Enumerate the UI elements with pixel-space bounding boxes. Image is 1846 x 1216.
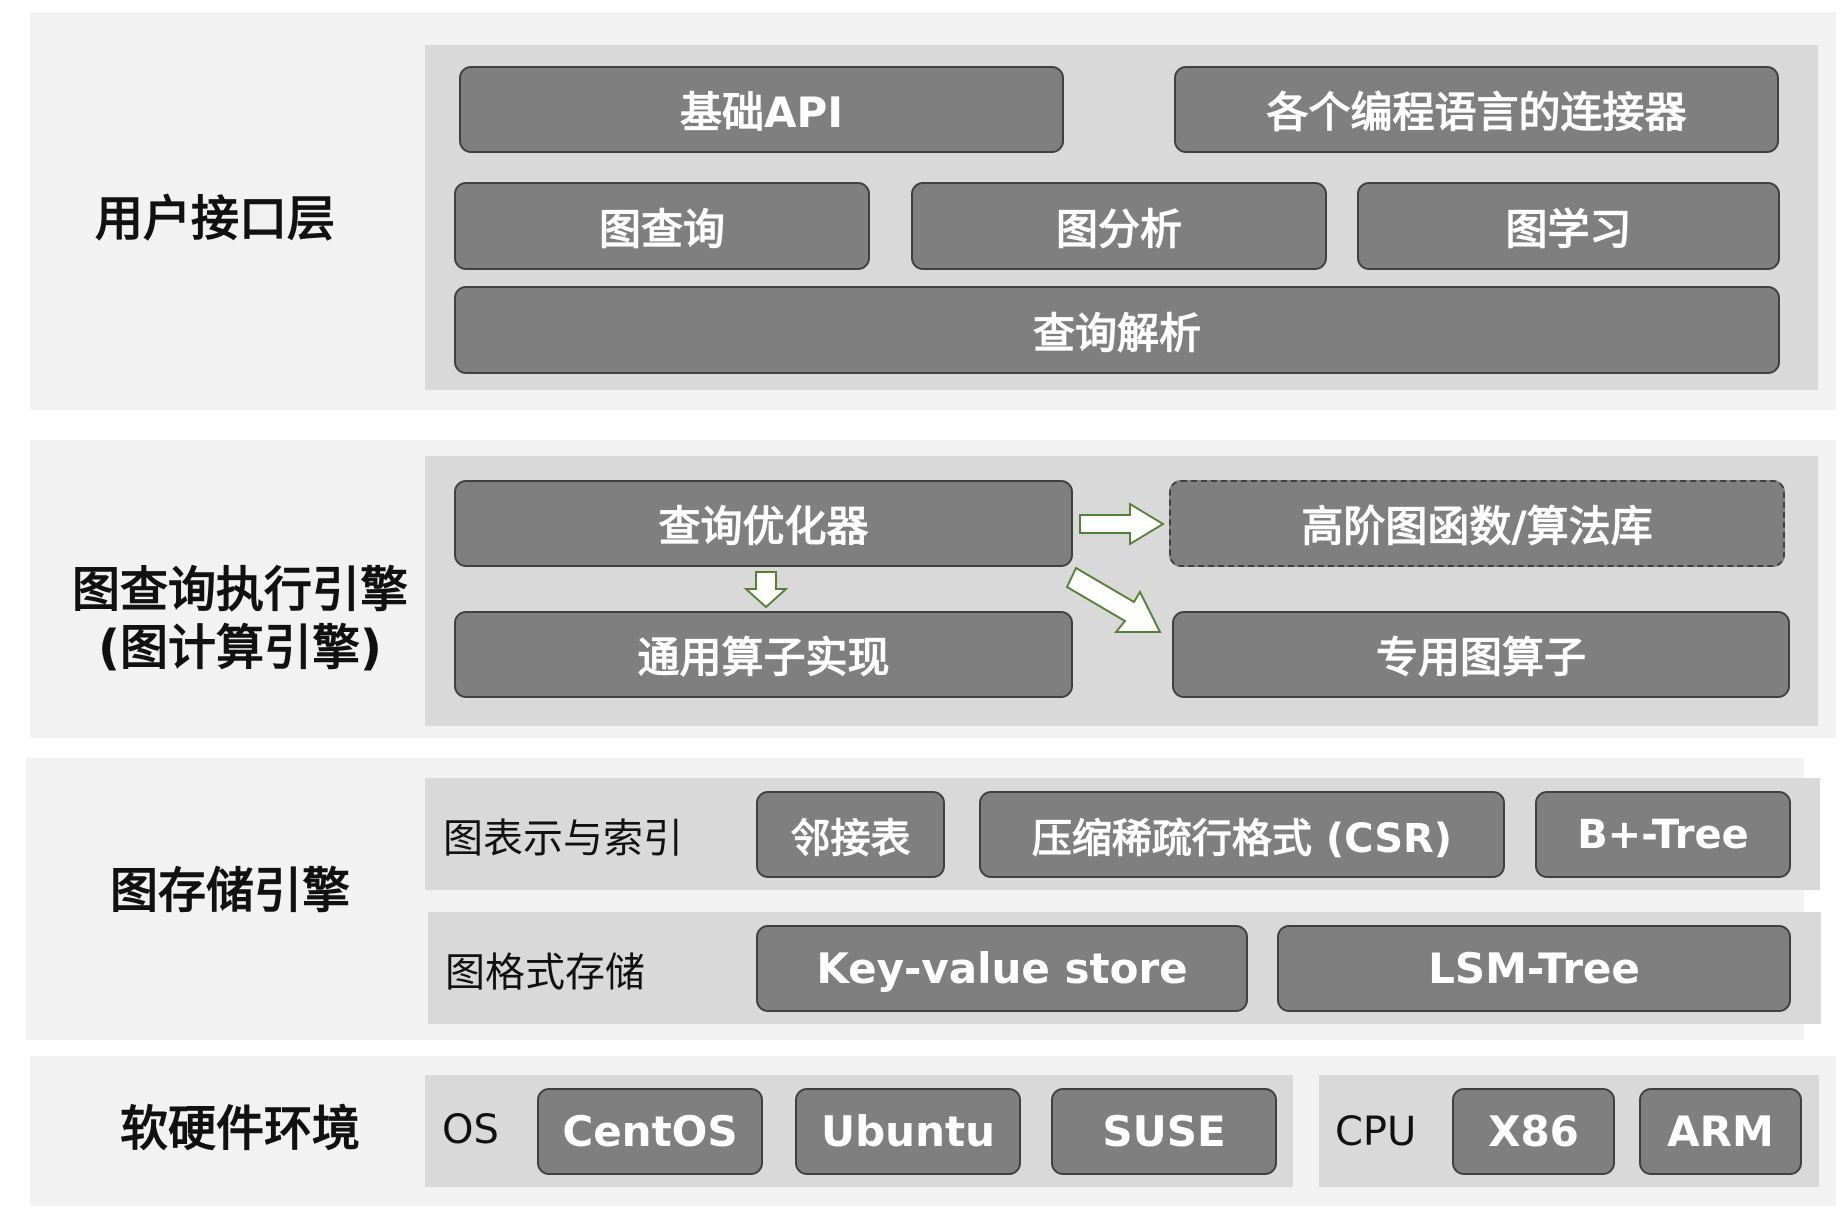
os-label: OS bbox=[442, 1107, 499, 1153]
centos-box: CentOS bbox=[537, 1088, 763, 1175]
bplus-tree-box: B+-Tree bbox=[1535, 791, 1791, 878]
representation-index-label: 图表示与索引 bbox=[443, 816, 683, 862]
arrow-optimizer-to-library bbox=[1079, 502, 1165, 546]
graph-format-storage-label: 图格式存储 bbox=[445, 950, 645, 996]
adjacency-list-box: 邻接表 bbox=[756, 791, 945, 878]
cpu-label: CPU bbox=[1335, 1109, 1417, 1155]
x86-box: X86 bbox=[1452, 1088, 1615, 1175]
arrow-optimizer-to-dedicated bbox=[1065, 566, 1162, 633]
ubuntu-box: Ubuntu bbox=[795, 1088, 1021, 1175]
key-value-store-box: Key-value store bbox=[756, 925, 1248, 1012]
suse-box: SUSE bbox=[1051, 1088, 1277, 1175]
arm-box: ARM bbox=[1639, 1088, 1802, 1175]
arrow-optimizer-to-generic bbox=[743, 571, 789, 609]
csr-format-box: 压缩稀疏行格式 (CSR) bbox=[979, 791, 1505, 878]
storage-engine-layer-title: 图存储引擎 bbox=[109, 863, 350, 920]
environment-layer-title: 软硬件环境 bbox=[119, 1101, 360, 1158]
lsm-tree-box: LSM-Tree bbox=[1277, 925, 1791, 1012]
